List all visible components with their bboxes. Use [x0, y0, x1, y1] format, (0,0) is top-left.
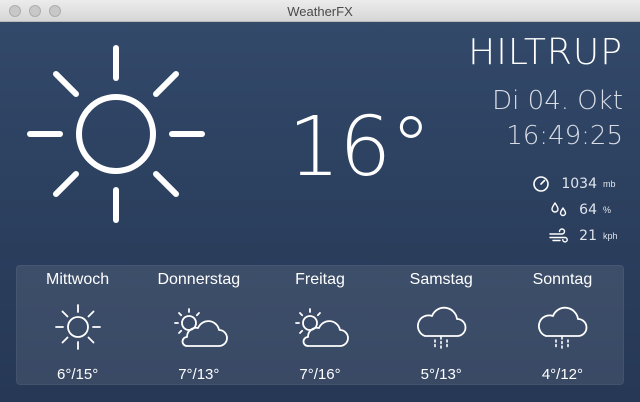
forecast-day: Samstag 5°/13°	[381, 266, 502, 384]
forecast-day-name: Freitag	[295, 271, 345, 288]
humidity-icon	[551, 202, 567, 217]
forecast-day-name: Donnerstag	[157, 271, 241, 288]
weather-app: 16° HILTRUP Di 04. Okt 16:49:25 1034 mb …	[0, 22, 640, 402]
city-name: HILTRUP	[468, 32, 623, 73]
rain-cloud-icon	[538, 306, 588, 351]
forecast-day: Sonntag 4°/12°	[502, 266, 623, 384]
pressure-stat: 1034 mb	[531, 174, 623, 194]
pressure-unit: mb	[603, 179, 616, 189]
wind-icon	[549, 228, 569, 243]
forecast-day-name: Samstag	[409, 271, 473, 288]
current-date: Di 04. Okt	[492, 86, 623, 116]
forecast-temp-range: 5°/13°	[420, 366, 462, 383]
forecast-temp-range: 4°/12°	[541, 366, 584, 383]
wind-value: 21	[579, 228, 597, 244]
forecast-temp-range: 6°/15°	[57, 366, 99, 383]
current-temperature: 16°	[288, 100, 431, 195]
current-time: 16:49:25	[506, 121, 623, 151]
wind-stat: 21 kph	[549, 226, 623, 246]
partly-cloudy-icon	[173, 308, 228, 347]
gauge-icon	[533, 176, 550, 192]
window-title: WeatherFX	[287, 4, 353, 19]
humidity-value: 64	[579, 202, 597, 218]
forecast-panel: Mittwoch 6°/15° Donnerstag 7°/13° Freita…	[16, 265, 624, 385]
forecast-day: Donnerstag 7°/13°	[138, 266, 259, 384]
sun-icon	[54, 304, 101, 350]
forecast-day-name: Mittwoch	[46, 271, 110, 288]
forecast-day: Freitag 7°/16°	[259, 266, 380, 384]
forecast-day: Mittwoch 6°/15°	[17, 266, 138, 384]
partly-cloudy-icon	[295, 308, 349, 347]
wind-unit: kph	[603, 231, 618, 241]
window-titlebar: WeatherFX	[0, 0, 640, 22]
sun-icon	[27, 45, 205, 223]
humidity-unit: %	[603, 205, 612, 215]
pressure-value: 1034	[561, 176, 597, 192]
forecast-temp-range: 7°/16°	[299, 366, 341, 383]
forecast-day-name: Sonntag	[532, 271, 593, 288]
rain-cloud-icon	[417, 306, 467, 351]
forecast-temp-range: 7°/13°	[178, 366, 220, 383]
humidity-stat: 64 %	[549, 200, 623, 220]
